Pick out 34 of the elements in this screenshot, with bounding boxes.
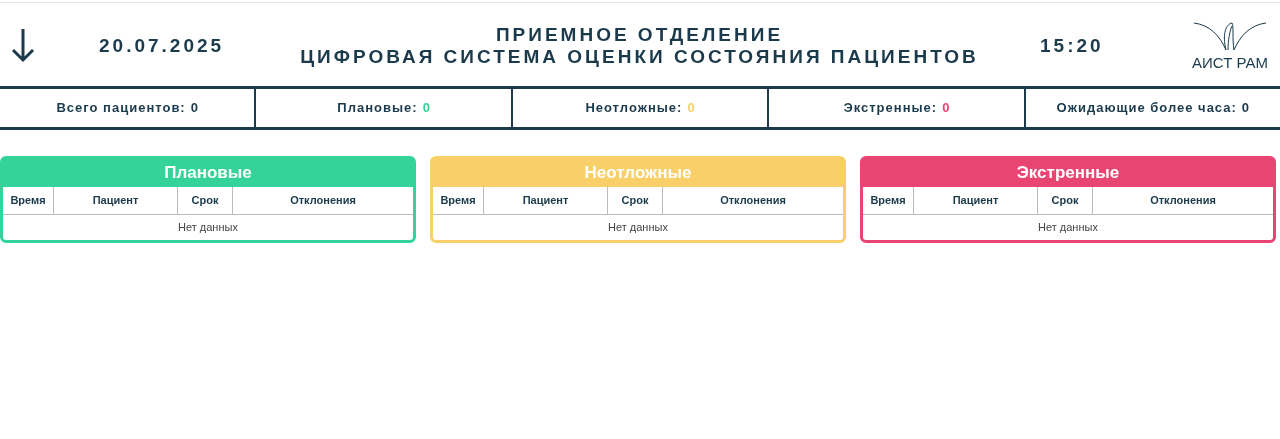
empty-message: Нет данных: [607, 220, 669, 236]
panel-title: Экстренные: [863, 159, 1273, 187]
logo-text: АИСТ РАМ: [1192, 54, 1268, 72]
stat-label: Плановые:: [337, 99, 418, 118]
date-text: 20.07.2025: [99, 33, 226, 58]
page-subtitle: ЦИФРОВАЯ СИСТЕМА ОЦЕНКИ СОСТОЯНИЯ ПАЦИЕНТОВ: [300, 46, 979, 68]
column-header: Время: [439, 193, 477, 209]
column-header: Отклонения: [1092, 187, 1273, 214]
column-header: Срок: [177, 187, 232, 214]
column-header: Пациент: [483, 187, 607, 214]
column-header: Время: [869, 193, 907, 209]
empty-message: Нет данных: [1037, 220, 1099, 236]
column-header: Время: [9, 193, 47, 209]
stat-value: 0: [687, 99, 695, 118]
stat-label: Ожидающие более часа:: [1056, 99, 1237, 118]
empty-message: Нет данных: [177, 220, 239, 236]
stat-value: 0: [1241, 99, 1250, 118]
column-header: Пациент: [53, 187, 177, 214]
stat-label: Экстренные:: [843, 99, 938, 118]
panel-title: Неотложные: [433, 159, 843, 187]
time-text: 15:20: [1040, 33, 1105, 58]
stat-value: 0: [942, 99, 950, 118]
column-header: Отклонения: [232, 187, 413, 214]
stat-value: 0: [422, 99, 430, 118]
stat-label: Всего пациентов:: [56, 99, 186, 118]
column-header: Пациент: [913, 187, 1037, 214]
arrow-down-icon[interactable]: [10, 27, 36, 63]
stat-value: 0: [190, 99, 198, 118]
page-title: ПРИЕМНОЕ ОТДЕЛЕНИЕ: [495, 24, 784, 46]
column-header: Срок: [1037, 187, 1092, 214]
column-header: Срок: [607, 187, 662, 214]
column-header: Отклонения: [662, 187, 843, 214]
panel-title: Плановые: [3, 159, 413, 187]
stat-label: Неотложные:: [585, 99, 683, 118]
